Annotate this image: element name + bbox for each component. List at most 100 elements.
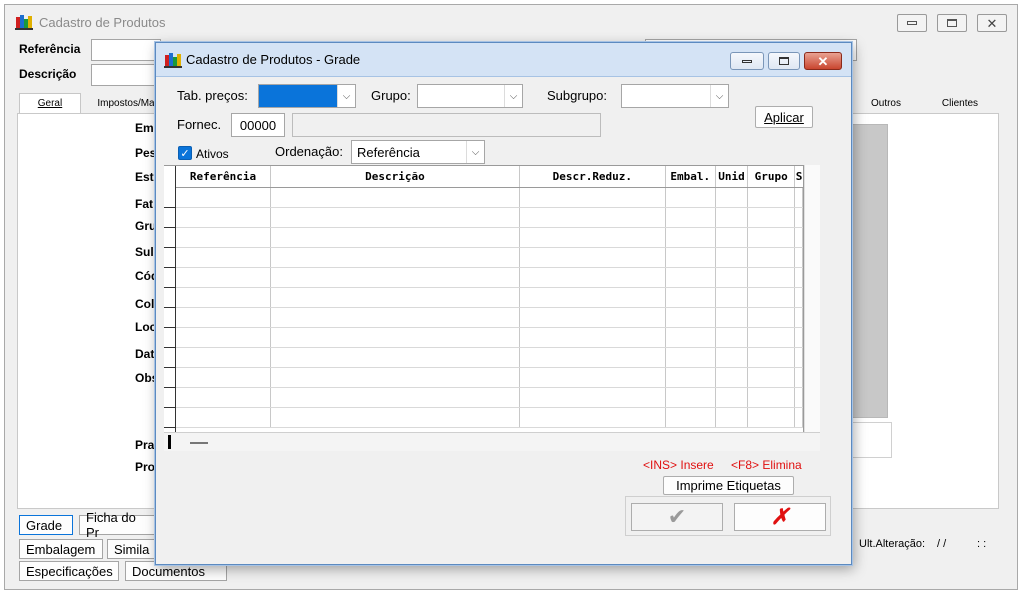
table-row[interactable] bbox=[176, 388, 803, 408]
table-cell[interactable] bbox=[666, 408, 716, 427]
minimize-button[interactable] bbox=[897, 14, 927, 32]
ativos-checkbox[interactable]: ✓ bbox=[178, 146, 192, 160]
table-cell[interactable] bbox=[716, 408, 749, 427]
grid-vertical-scrollbar[interactable] bbox=[804, 165, 820, 451]
table-cell[interactable] bbox=[520, 228, 666, 247]
table-row[interactable] bbox=[176, 208, 803, 228]
table-row[interactable] bbox=[176, 408, 803, 428]
table-cell[interactable] bbox=[520, 208, 666, 227]
table-cell[interactable] bbox=[666, 188, 716, 207]
table-cell[interactable] bbox=[716, 348, 749, 367]
table-cell[interactable] bbox=[716, 188, 749, 207]
dialog-maximize-button[interactable] bbox=[768, 52, 800, 70]
table-cell[interactable] bbox=[271, 228, 520, 247]
subgrupo-select[interactable]: ⌵ bbox=[621, 84, 729, 108]
table-cell[interactable] bbox=[716, 268, 749, 287]
table-cell[interactable] bbox=[520, 408, 666, 427]
table-cell[interactable] bbox=[748, 208, 796, 227]
table-cell[interactable] bbox=[520, 268, 666, 287]
ficha-button[interactable]: Ficha do Pr bbox=[79, 510, 159, 540]
table-cell[interactable] bbox=[666, 248, 716, 267]
table-cell[interactable] bbox=[795, 228, 803, 247]
grade-button[interactable]: Grade bbox=[19, 515, 73, 535]
table-row[interactable] bbox=[176, 228, 803, 248]
table-cell[interactable] bbox=[795, 288, 803, 307]
table-row[interactable] bbox=[176, 268, 803, 288]
table-cell[interactable] bbox=[795, 328, 803, 347]
scroll-thumb[interactable] bbox=[190, 442, 208, 444]
table-cell[interactable] bbox=[666, 308, 716, 327]
table-cell[interactable] bbox=[795, 348, 803, 367]
table-cell[interactable] bbox=[716, 368, 749, 387]
table-cell[interactable] bbox=[748, 248, 796, 267]
table-cell[interactable] bbox=[176, 208, 272, 227]
table-cell[interactable] bbox=[176, 348, 272, 367]
table-cell[interactable] bbox=[748, 328, 796, 347]
imprime-etiquetas-button[interactable]: Imprime Etiquetas bbox=[663, 476, 794, 495]
table-row[interactable] bbox=[176, 348, 803, 368]
table-cell[interactable] bbox=[666, 288, 716, 307]
confirm-button[interactable]: ✔ bbox=[631, 503, 723, 531]
table-cell[interactable] bbox=[520, 348, 666, 367]
maximize-button[interactable] bbox=[937, 14, 967, 32]
table-cell[interactable] bbox=[716, 248, 749, 267]
table-cell[interactable] bbox=[271, 328, 520, 347]
table-cell[interactable] bbox=[176, 308, 272, 327]
tab-clientes[interactable]: Clientes bbox=[923, 93, 997, 113]
table-cell[interactable] bbox=[666, 348, 716, 367]
tab-impostos[interactable]: Impostos/Ma bbox=[93, 93, 159, 113]
dialog-minimize-button[interactable] bbox=[730, 52, 764, 70]
fornec-code-input[interactable]: 00000 bbox=[231, 113, 285, 137]
table-cell[interactable] bbox=[666, 208, 716, 227]
table-row[interactable] bbox=[176, 328, 803, 348]
especificacoes-button[interactable]: Especificações bbox=[19, 561, 119, 581]
table-row[interactable] bbox=[176, 188, 803, 208]
table-cell[interactable] bbox=[271, 388, 520, 407]
ordenacao-select[interactable]: Referência ⌵ bbox=[351, 140, 485, 164]
table-cell[interactable] bbox=[748, 408, 796, 427]
table-cell[interactable] bbox=[795, 308, 803, 327]
table-cell[interactable] bbox=[176, 408, 272, 427]
table-cell[interactable] bbox=[795, 408, 803, 427]
table-cell[interactable] bbox=[176, 188, 272, 207]
dialog-close-button[interactable]: ✕ bbox=[804, 52, 842, 70]
table-cell[interactable] bbox=[716, 328, 749, 347]
table-cell[interactable] bbox=[748, 228, 796, 247]
grupo-select[interactable]: ⌵ bbox=[417, 84, 523, 108]
tab-geral[interactable]: Geral bbox=[19, 93, 81, 113]
table-cell[interactable] bbox=[716, 288, 749, 307]
table-row[interactable] bbox=[176, 308, 803, 328]
table-cell[interactable] bbox=[520, 368, 666, 387]
column-header-s[interactable]: S bbox=[795, 166, 803, 187]
table-cell[interactable] bbox=[748, 368, 796, 387]
table-cell[interactable] bbox=[748, 388, 796, 407]
close-button[interactable]: ✕ bbox=[977, 14, 1007, 32]
table-cell[interactable] bbox=[795, 268, 803, 287]
table-cell[interactable] bbox=[520, 288, 666, 307]
table-cell[interactable] bbox=[748, 348, 796, 367]
grid-horizontal-scrollbar[interactable] bbox=[164, 432, 820, 451]
table-cell[interactable] bbox=[271, 408, 520, 427]
table-cell[interactable] bbox=[520, 248, 666, 267]
table-cell[interactable] bbox=[520, 308, 666, 327]
table-cell[interactable] bbox=[795, 208, 803, 227]
column-header-grupo[interactable]: Grupo bbox=[748, 166, 796, 187]
table-cell[interactable] bbox=[271, 208, 520, 227]
table-cell[interactable] bbox=[666, 388, 716, 407]
column-header-descricao[interactable]: Descrição bbox=[271, 166, 520, 187]
table-cell[interactable] bbox=[666, 368, 716, 387]
referencia-input[interactable] bbox=[91, 39, 161, 61]
cancel-button[interactable]: ✗ bbox=[734, 503, 826, 531]
table-cell[interactable] bbox=[176, 368, 272, 387]
column-header-embal[interactable]: Embal. bbox=[666, 166, 716, 187]
tab-outros[interactable]: Outros bbox=[851, 93, 921, 113]
descricao-input[interactable] bbox=[91, 64, 161, 86]
table-cell[interactable] bbox=[271, 308, 520, 327]
table-cell[interactable] bbox=[716, 228, 749, 247]
table-cell[interactable] bbox=[271, 368, 520, 387]
table-cell[interactable] bbox=[271, 248, 520, 267]
table-cell[interactable] bbox=[271, 288, 520, 307]
table-cell[interactable] bbox=[795, 248, 803, 267]
table-cell[interactable] bbox=[176, 388, 272, 407]
table-cell[interactable] bbox=[748, 268, 796, 287]
